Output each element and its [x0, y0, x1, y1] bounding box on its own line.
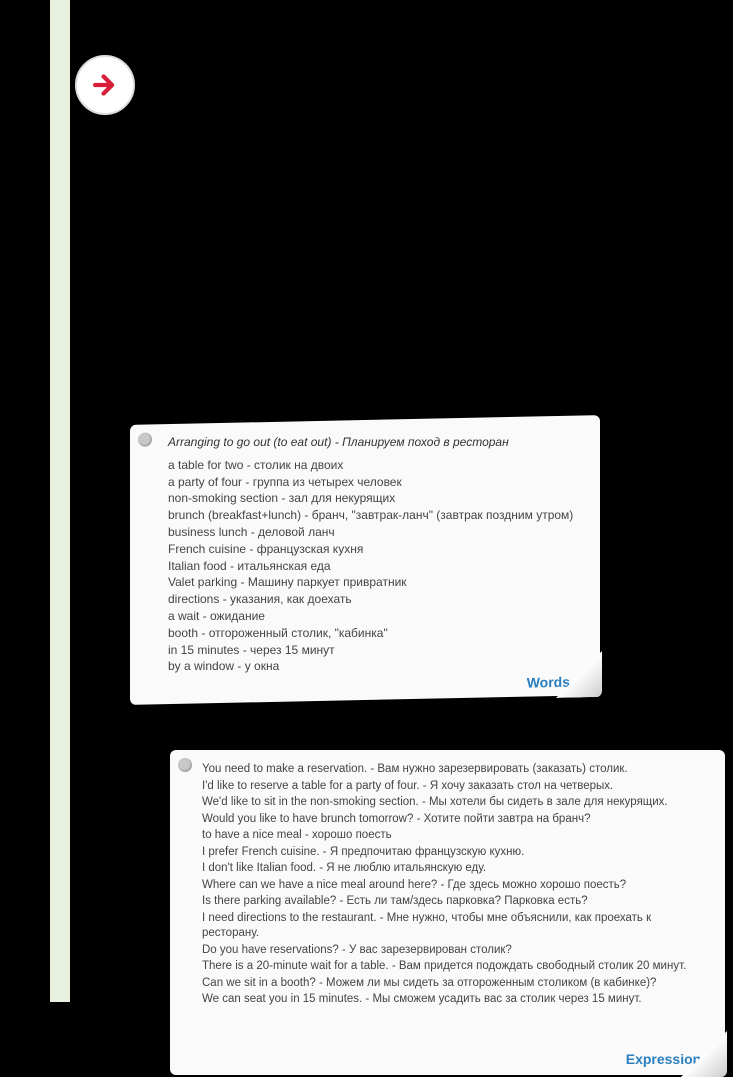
vocab-line: Italian food - итальянская еда: [168, 558, 580, 575]
vocab-line: brunch (breakfast+lunch) - бранч, "завтр…: [168, 507, 580, 524]
words-content: Arranging to go out (to eat out) - Плани…: [130, 420, 600, 695]
vocab-line: non-smoking section - зал для некурящих: [168, 490, 580, 507]
expression-line: Would you like to have brunch tomorrow? …: [202, 812, 705, 828]
vocab-line: a table for two - столик на двоих: [168, 457, 580, 474]
words-title: Arranging to go out (to eat out) - Плани…: [168, 434, 580, 451]
expression-line: We'd like to sit in the non-smoking sect…: [202, 795, 705, 811]
words-lines: a table for two - столик на двоихa party…: [168, 457, 580, 675]
vocab-line: a wait - ожидание: [168, 608, 580, 625]
expression-line: I need directions to the restaurant. - М…: [202, 911, 705, 942]
arrow-badge: [75, 55, 135, 115]
expression-line: I prefer French cuisine. - Я предпочитаю…: [202, 845, 705, 861]
vocab-line: booth - отгороженный столик, "кабинка": [168, 625, 580, 642]
expression-line: Can we sit in a booth? - Можем ли мы сид…: [202, 976, 705, 992]
expressions-panel: You need to make a reservation. - Вам ну…: [170, 750, 725, 1075]
vocab-line: French cuisine - французская кухня: [168, 541, 580, 558]
words-label: Words: [527, 674, 570, 691]
vocab-line: Valet parking - Машину паркует привратни…: [168, 574, 580, 591]
vocab-line: by a window - у окна: [168, 658, 580, 675]
expression-line: Do you have reservations? - У вас зарезе…: [202, 943, 705, 959]
words-panel: Arranging to go out (to eat out) - Плани…: [130, 415, 600, 705]
vocab-line: business lunch - деловой ланч: [168, 524, 580, 541]
arrow-right-icon: [88, 68, 122, 102]
expression-line: I'd like to reserve a table for a party …: [202, 779, 705, 795]
expression-line: You need to make a reservation. - Вам ну…: [202, 762, 705, 778]
expressions-content: You need to make a reservation. - Вам ну…: [170, 750, 725, 1035]
expression-line: There is a 20-minute wait for a table. -…: [202, 959, 705, 975]
expression-line: to have a nice meal - хорошо поесть: [202, 828, 705, 844]
vocab-line: in 15 minutes - через 15 минут: [168, 642, 580, 659]
vocab-line: a party of four - группа из четырех чело…: [168, 474, 580, 491]
expression-line: Where can we have a nice meal around her…: [202, 878, 705, 894]
expressions-lines: You need to make a reservation. - Вам ну…: [202, 762, 705, 1008]
expression-line: We can seat you in 15 minutes. - Мы смож…: [202, 992, 705, 1008]
expression-line: Is there parking available? - Есть ли та…: [202, 894, 705, 910]
vocab-line: directions - указания, как доехать: [168, 591, 580, 608]
expression-line: I don't like Italian food. - Я не люблю …: [202, 861, 705, 877]
scroll-knob: [178, 758, 192, 772]
side-stripe: [50, 0, 70, 1002]
